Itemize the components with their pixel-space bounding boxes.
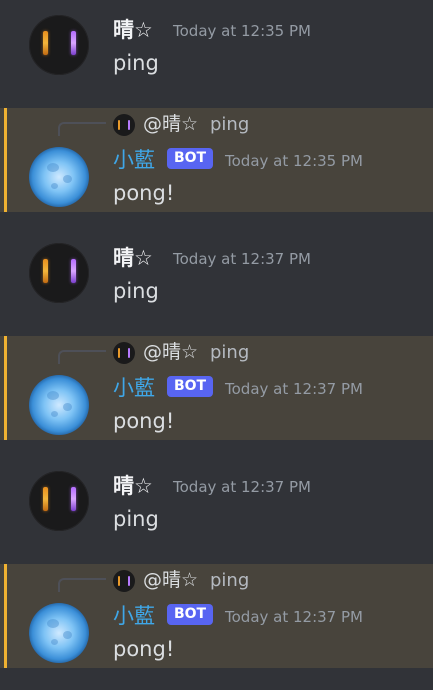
message-text: ping xyxy=(113,51,159,75)
purple-bar-icon xyxy=(71,487,76,511)
bot-avatar[interactable] xyxy=(29,603,89,663)
author-name[interactable]: 晴☆ xyxy=(113,473,153,499)
reply-preview-text[interactable]: ping xyxy=(210,570,249,592)
bot-reply-message[interactable]: @晴☆ ping 小藍 BOT Today at 12:35 PM pong! xyxy=(0,108,433,212)
reply-connector xyxy=(58,578,106,592)
bot-name[interactable]: 小藍 xyxy=(113,147,155,173)
orange-bar-icon xyxy=(43,31,48,55)
purple-bar-icon xyxy=(128,576,130,586)
moon-crater xyxy=(51,639,58,645)
reply-connector xyxy=(58,350,106,364)
timestamp[interactable]: Today at 12:37 PM xyxy=(225,607,363,627)
user-avatar[interactable] xyxy=(29,471,89,531)
moon-crater xyxy=(51,411,58,417)
user-message[interactable]: 晴☆ Today at 12:37 PM ping xyxy=(0,440,433,564)
purple-bar-icon xyxy=(128,120,130,130)
bot-reply-message[interactable]: @晴☆ ping 小藍 BOT Today at 12:37 PM pong! xyxy=(0,336,433,440)
user-message[interactable]: 晴☆ Today at 12:37 PM ping xyxy=(0,212,433,336)
reply-author[interactable]: @晴☆ xyxy=(143,341,198,363)
orange-bar-icon xyxy=(43,259,48,283)
timestamp[interactable]: Today at 12:37 PM xyxy=(225,379,363,399)
message-text: pong! xyxy=(113,181,175,205)
user-message[interactable]: 晴☆ Today at 12:35 PM ping xyxy=(0,0,433,108)
moon-crater xyxy=(47,163,59,172)
message-text: ping xyxy=(113,279,159,303)
reply-preview-text[interactable]: ping xyxy=(210,342,249,364)
message-text: ping xyxy=(113,507,159,531)
orange-bar-icon xyxy=(43,487,48,511)
chat-message-list: 晴☆ Today at 12:35 PM ping @晴☆ ping 小藍 BO… xyxy=(0,0,433,690)
reply-avatar[interactable] xyxy=(113,114,135,136)
bot-name[interactable]: 小藍 xyxy=(113,603,155,629)
moon-crater xyxy=(63,175,72,183)
reply-preview-text[interactable]: ping xyxy=(210,114,249,136)
bot-avatar[interactable] xyxy=(29,375,89,435)
moon-crater xyxy=(63,631,72,639)
moon-crater xyxy=(47,619,59,628)
bot-avatar[interactable] xyxy=(29,147,89,207)
timestamp[interactable]: Today at 12:35 PM xyxy=(225,151,363,171)
moon-crater xyxy=(63,403,72,411)
purple-bar-icon xyxy=(71,31,76,55)
message-text: pong! xyxy=(113,409,175,433)
orange-bar-icon xyxy=(118,576,120,586)
reply-author[interactable]: @晴☆ xyxy=(143,113,198,135)
orange-bar-icon xyxy=(118,120,120,130)
author-name[interactable]: 晴☆ xyxy=(113,245,153,271)
reply-avatar[interactable] xyxy=(113,342,135,364)
moon-crater xyxy=(47,391,59,400)
reply-avatar[interactable] xyxy=(113,570,135,592)
reply-connector xyxy=(58,122,106,136)
bot-badge: BOT xyxy=(167,376,213,397)
purple-bar-icon xyxy=(128,348,130,358)
user-avatar[interactable] xyxy=(29,243,89,303)
bot-badge: BOT xyxy=(167,148,213,169)
purple-bar-icon xyxy=(71,259,76,283)
moon-crater xyxy=(51,183,58,189)
bot-name[interactable]: 小藍 xyxy=(113,375,155,401)
user-avatar[interactable] xyxy=(29,15,89,75)
orange-bar-icon xyxy=(118,348,120,358)
timestamp[interactable]: Today at 12:37 PM xyxy=(173,477,311,497)
message-text: pong! xyxy=(113,637,175,661)
timestamp[interactable]: Today at 12:37 PM xyxy=(173,249,311,269)
bot-reply-message[interactable]: @晴☆ ping 小藍 BOT Today at 12:37 PM pong! xyxy=(0,564,433,668)
author-name[interactable]: 晴☆ xyxy=(113,17,153,43)
reply-author[interactable]: @晴☆ xyxy=(143,569,198,591)
bot-badge: BOT xyxy=(167,604,213,625)
timestamp[interactable]: Today at 12:35 PM xyxy=(173,21,311,41)
